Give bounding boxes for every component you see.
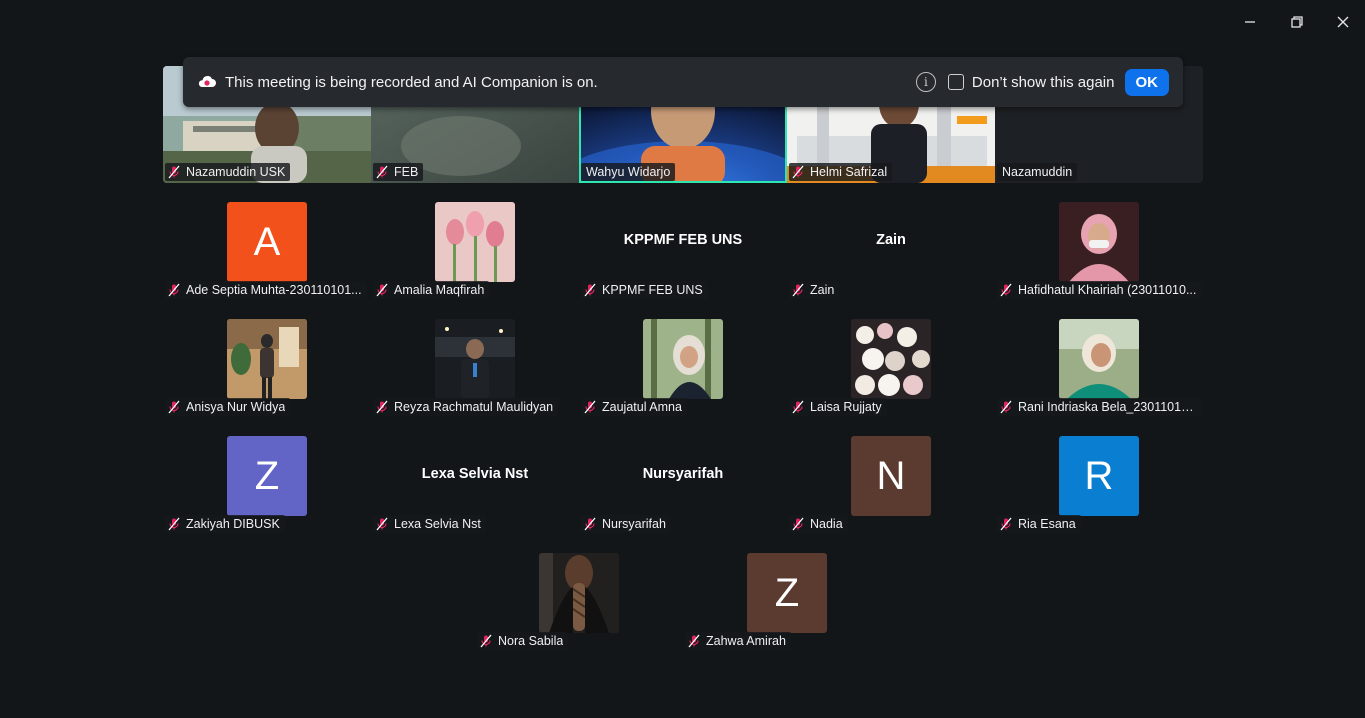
participant-tile[interactable]: N Nadia <box>787 436 995 536</box>
participant-tile[interactable]: Zain Zain <box>787 202 995 302</box>
minimize-icon <box>1245 21 1255 23</box>
participant-name-label: Zakiyah DIBUSK <box>165 515 285 533</box>
info-icon[interactable]: i <box>915 72 936 92</box>
participant-name-label: Helmi Safrizal <box>789 163 893 181</box>
avatar: A <box>227 202 307 282</box>
mic-muted-icon <box>584 517 596 531</box>
avatar-photo <box>539 553 619 633</box>
participant-name-label: Ade Septia Muhta-230110101... <box>165 281 367 299</box>
avatar-photo <box>227 319 307 399</box>
close-button[interactable] <box>1331 10 1355 34</box>
participant-name-label: Anisya Nur Widya <box>165 398 291 416</box>
participant-name-label: Zahwa Amirah <box>685 632 791 650</box>
mic-muted-icon <box>1000 283 1012 297</box>
participant-tile[interactable]: A Ade Septia Muhta-230110101... <box>163 202 371 302</box>
avatar-photo <box>1059 319 1139 399</box>
minimize-button[interactable] <box>1238 10 1262 34</box>
participant-name-label: Reyza Rachmatul Maulidyan <box>373 398 559 416</box>
mic-muted-icon <box>792 400 804 414</box>
participant-tile[interactable]: R Ria Esana <box>995 436 1203 536</box>
participant-name-label: Rani Indriaska Bela_23011010... <box>997 398 1202 416</box>
participant-tile[interactable]: Laisa Rujjaty <box>787 319 995 419</box>
mic-muted-icon <box>168 283 180 297</box>
avatar: Z <box>747 553 827 633</box>
mic-muted-icon <box>792 165 804 179</box>
recording-notification-banner: This meeting is being recorded and AI Co… <box>183 57 1183 107</box>
avatar-photo <box>851 319 931 399</box>
mic-muted-icon <box>688 634 700 648</box>
avatar-photo <box>643 319 723 399</box>
participant-tile[interactable]: Hafidhatul Khairiah (23011010... <box>995 202 1203 302</box>
close-icon <box>1337 16 1349 28</box>
participant-tile[interactable]: Zaujatul Amna <box>579 319 787 419</box>
mic-muted-icon <box>376 165 388 179</box>
participant-tile[interactable]: Rani Indriaska Bela_23011010... <box>995 319 1203 419</box>
avatar-photo <box>1059 202 1139 282</box>
mic-muted-icon <box>480 634 492 648</box>
participant-name-label: KPPMF FEB UNS <box>581 281 708 299</box>
cloud-record-icon <box>198 76 216 87</box>
mic-muted-icon <box>1000 400 1012 414</box>
dont-show-again-checkbox[interactable] <box>947 74 964 90</box>
ok-button[interactable]: OK <box>1124 68 1169 96</box>
mic-muted-icon <box>792 283 804 297</box>
participant-name-label: Zaujatul Amna <box>581 398 687 416</box>
participant-name-label: Nadia <box>789 515 848 533</box>
mic-muted-icon <box>168 517 180 531</box>
mic-muted-icon <box>584 283 596 297</box>
participant-name-label: Amalia Maqfirah <box>373 281 490 299</box>
avatar-photo <box>435 202 515 282</box>
participant-name-label: Zain <box>789 281 840 299</box>
avatar: R <box>1059 436 1139 516</box>
avatar: Z <box>227 436 307 516</box>
participant-name-label: FEB <box>373 163 424 181</box>
participant-display-name: Nursyarifah <box>642 466 724 482</box>
participant-tile[interactable]: Amalia Maqfirah <box>371 202 579 302</box>
mic-muted-icon <box>376 283 388 297</box>
banner-message: This meeting is being recorded and AI Co… <box>225 73 598 91</box>
participant-tile[interactable]: Nursyarifah Nursyarifah <box>579 436 787 536</box>
participant-tile[interactable]: Anisya Nur Widya <box>163 319 371 419</box>
participant-name-label: Nazamuddin USK <box>165 163 291 181</box>
participant-name-label: Laisa Rujjaty <box>789 398 887 416</box>
mic-muted-icon <box>168 165 180 179</box>
mic-muted-icon <box>376 400 388 414</box>
participant-name-label: Ria Esana <box>997 515 1081 533</box>
restore-icon <box>1291 16 1303 28</box>
participant-display-name: Lexa Selvia Nst <box>421 466 529 482</box>
restore-button[interactable] <box>1285 10 1309 34</box>
participant-name-label: Nursyarifah <box>581 515 671 533</box>
participant-name-label: Nora Sabila <box>477 632 569 650</box>
mic-muted-icon <box>792 517 804 531</box>
participant-tile[interactable]: Nora Sabila <box>475 553 683 653</box>
participant-tile[interactable]: KPPMF FEB UNS KPPMF FEB UNS <box>579 202 787 302</box>
participant-name-label: Hafidhatul Khairiah (23011010... <box>997 281 1202 299</box>
participant-display-name: Zain <box>876 232 906 248</box>
mic-muted-icon <box>1000 517 1012 531</box>
avatar-photo <box>435 319 515 399</box>
mic-muted-icon <box>168 400 180 414</box>
participant-tile[interactable]: Lexa Selvia Nst Lexa Selvia Nst <box>371 436 579 536</box>
participant-name-label: Lexa Selvia Nst <box>373 515 486 533</box>
mic-muted-icon <box>376 517 388 531</box>
mic-muted-icon <box>584 400 596 414</box>
participant-tile[interactable]: Reyza Rachmatul Maulidyan <box>371 319 579 419</box>
participant-tile[interactable]: Z Zakiyah DIBUSK <box>163 436 371 536</box>
participant-name-label: Wahyu Widarjo <box>581 163 676 181</box>
avatar: N <box>851 436 931 516</box>
participant-display-name: KPPMF FEB UNS <box>623 232 743 248</box>
participant-name-label: Nazamuddin <box>997 163 1078 181</box>
dont-show-again-label[interactable]: Don’t show this again <box>972 74 1115 91</box>
participant-tile[interactable]: Z Zahwa Amirah <box>683 553 891 653</box>
